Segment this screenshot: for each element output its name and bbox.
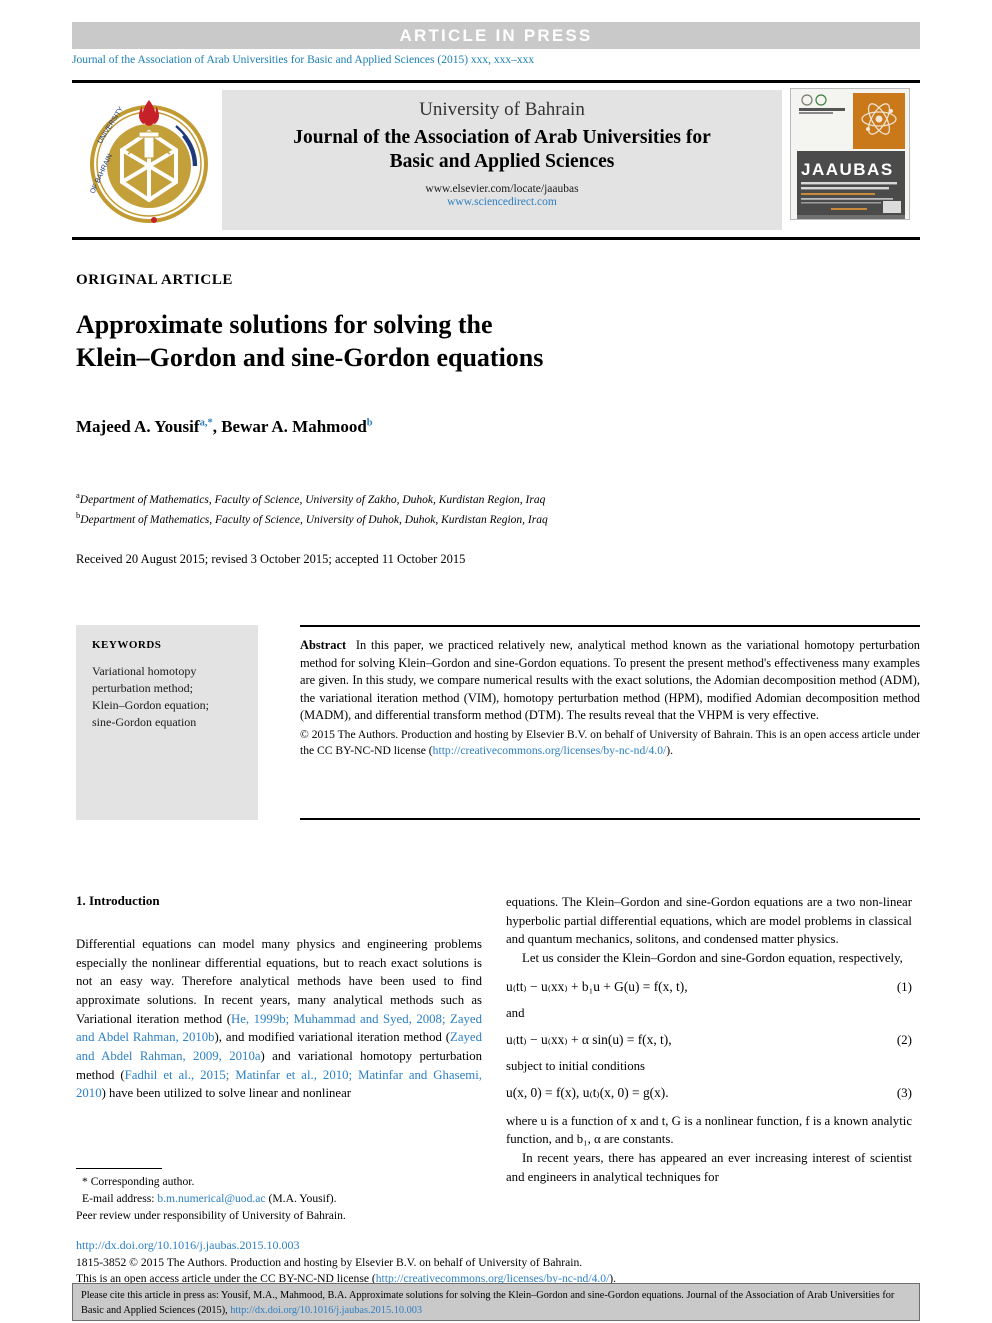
- peer-review-note: Peer review under responsibility of Univ…: [76, 1209, 346, 1223]
- article-title-line1: Approximate solutions for solving the: [76, 310, 493, 339]
- equation-3: u(x, 0) = f(x), u₍t₎(x, 0) = g(x).: [506, 1084, 669, 1100]
- abstract-rule-top: [300, 625, 920, 627]
- masthead-sciencedirect-url[interactable]: www.sciencedirect.com: [447, 196, 557, 208]
- equation-1-row: u₍tt₎ − u₍xx₎ + b₁u + G(u) = f(x, t), (1…: [506, 979, 912, 995]
- keyword-item: sine-Gordon equation: [92, 715, 197, 730]
- right-column-text: equations. The Klein–Gordon and sine-Gor…: [506, 893, 912, 968]
- email-label: E-mail address:: [82, 1192, 155, 1206]
- equation-3-number: (3): [896, 1084, 912, 1100]
- affiliation-list: aDepartment of Mathematics, Faculty of S…: [76, 489, 836, 529]
- right-paragraph-4: In recent years, there has appeared an e…: [506, 1151, 912, 1184]
- body-column-right: equations. The Klein–Gordon and sine-Gor…: [506, 893, 912, 1186]
- email-owner: (M.A. Yousif).: [268, 1192, 337, 1206]
- university-of-bahrain-logo: UNIVERSITY OF BAHRAIN: [84, 92, 214, 232]
- article-type-label: ORIGINAL ARTICLE: [76, 272, 234, 288]
- keywords-heading: KEYWORDS: [92, 639, 162, 651]
- author-name: Majeed A. Yousif: [76, 417, 200, 436]
- please-cite-link[interactable]: http://dx.doi.org/10.1016/j.jaubas.2015.…: [230, 1305, 422, 1316]
- abstract-rule-bottom: [300, 818, 920, 820]
- equation-3-row: u(x, 0) = f(x), u₍t₎(x, 0) = g(x). (3): [506, 1085, 912, 1101]
- keyword-item: Variational homotopy perturbation method…: [92, 664, 197, 696]
- right-paragraph-2: Let us consider the Klein–Gordon and sin…: [522, 951, 903, 966]
- introduction-paragraph: Differential equations can model many ph…: [76, 935, 482, 1103]
- affiliation-text: Department of Mathematics, Faculty of Sc…: [80, 513, 548, 526]
- doi-link[interactable]: http://dx.doi.org/10.1016/j.jaubas.2015.…: [76, 1238, 299, 1253]
- author-marks: b: [366, 417, 373, 429]
- email-note: E-mail address: b.m.numerical@uod.ac (M.…: [76, 1190, 482, 1207]
- page-title: Approximate solutions for solving the Kl…: [76, 308, 696, 375]
- cc-license-link[interactable]: http://creativecommons.org/licenses/by-n…: [433, 744, 667, 757]
- and-label: and: [506, 1005, 525, 1020]
- masthead-rule-top: [72, 80, 920, 83]
- equation-1-number: (1): [896, 978, 912, 994]
- section-heading-introduction: 1. Introduction: [76, 893, 160, 908]
- author-name: Bewar A. Mahmood: [221, 417, 367, 436]
- article-page: ARTICLE IN PRESS Journal of the Associat…: [0, 0, 992, 1323]
- masthead-journal-title-line1: Journal of the Association of Arab Unive…: [293, 127, 711, 148]
- keywords-list: Variational homotopy perturbation method…: [92, 663, 244, 731]
- footnote-block: * Corresponding author. E-mail address: …: [76, 1168, 482, 1224]
- affiliation-item: bDepartment of Mathematics, Faculty of S…: [76, 509, 836, 529]
- email-link[interactable]: b.m.numerical@uod.ac: [157, 1192, 265, 1205]
- journal-masthead: UNIVERSITY OF BAHRAIN University of Bahr…: [72, 80, 920, 240]
- masthead-rule-bottom: [72, 237, 920, 240]
- article-in-press-banner: ARTICLE IN PRESS: [72, 22, 920, 49]
- article-history: Received 20 August 2015; revised 3 Octob…: [76, 552, 466, 566]
- right-paragraph-3: where u is a function of x and t, G is a…: [506, 1113, 912, 1147]
- abstract-body: In this paper, we practiced relatively n…: [300, 638, 920, 723]
- affiliation-text: Department of Mathematics, Faculty of Sc…: [79, 493, 546, 506]
- right-paragraph-1: equations. The Klein–Gordon and sine-Gor…: [506, 895, 912, 947]
- please-cite-box: Please cite this article in press as: Yo…: [72, 1283, 920, 1321]
- journal-cover-thumbnail: JAAUBAS: [790, 88, 910, 220]
- corresponding-author-note: * Corresponding author.: [82, 1175, 195, 1188]
- keywords-panel: KEYWORDS Variational homotopy perturbati…: [76, 625, 258, 820]
- abstract-copyright: © 2015 The Authors. Production and hosti…: [300, 727, 920, 759]
- right-column-text-2: where u is a function of x and t, G is a…: [506, 1112, 912, 1187]
- copyright-line-1: 1815-3852 © 2015 The Authors. Production…: [76, 1256, 583, 1269]
- masthead-text: University of Bahrain Journal of the Ass…: [222, 90, 782, 230]
- keyword-item: Klein–Gordon equation;: [92, 698, 209, 713]
- author-marks: a,*: [199, 417, 213, 429]
- abstract-block: Abstract In this paper, we practiced rel…: [300, 637, 920, 759]
- introduction-text: Differential equations can model many ph…: [76, 935, 482, 1103]
- masthead-elsevier-url[interactable]: www.elsevier.com/locate/jaaubas: [425, 183, 578, 195]
- affiliation-item: aDepartment of Mathematics, Faculty of S…: [76, 489, 836, 509]
- svg-text:JAAUBAS: JAAUBAS: [801, 160, 894, 179]
- article-in-press-label: ARTICLE IN PRESS: [399, 25, 593, 45]
- author-separator: ,: [212, 417, 222, 436]
- intro-part-d: ) have been utilized to solve linear and…: [101, 1086, 352, 1101]
- body-column-left: 1. Introduction Differential equations c…: [76, 893, 482, 1103]
- abstract-copyright-suffix: ).: [666, 744, 673, 758]
- equation-2-row: u₍tt₎ − u₍xx₎ + α sin(u) = f(x, t), (2): [506, 1032, 912, 1048]
- running-head: Journal of the Association of Arab Unive…: [72, 54, 535, 66]
- abstract-label: Abstract: [300, 638, 347, 652]
- equation-2-number: (2): [896, 1031, 912, 1047]
- initial-conditions-label: subject to initial conditions: [506, 1058, 645, 1073]
- article-title-line2: Klein–Gordon and sine-Gordon equations: [76, 343, 544, 373]
- intro-part-b: ), and modified variational iteration me…: [214, 1030, 451, 1045]
- masthead-university: University of Bahrain: [419, 99, 585, 120]
- masthead-journal-title: Journal of the Association of Arab Unive…: [293, 126, 711, 174]
- masthead-journal-title-line2: Basic and Applied Sciences: [389, 150, 615, 172]
- author-list: Majeed A. Yousifa,*, Bewar A. Mahmoodb: [76, 417, 776, 437]
- please-cite-text: Please cite this article in press as: Yo…: [81, 1290, 895, 1316]
- equation-2: u₍tt₎ − u₍xx₎ + α sin(u) = f(x, t),: [506, 1031, 672, 1047]
- footnote-divider: [76, 1168, 162, 1169]
- equation-1: u₍tt₎ − u₍xx₎ + b₁u + G(u) = f(x, t),: [506, 978, 688, 994]
